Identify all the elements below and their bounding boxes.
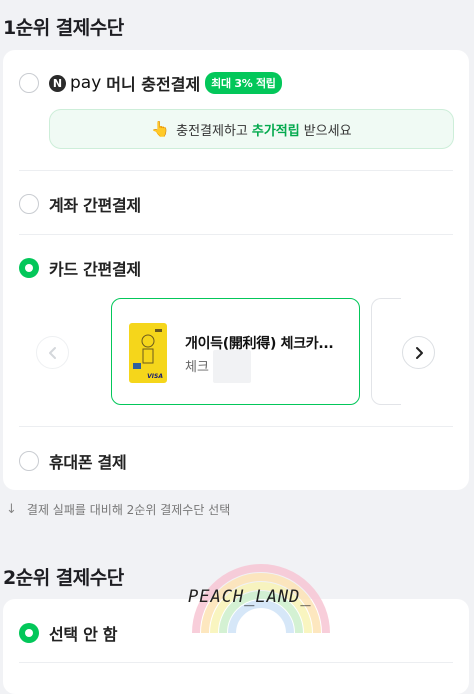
chevron-left-icon xyxy=(48,346,56,359)
primary-section-title: 1순위 결제수단 xyxy=(3,17,124,39)
masked-card-number xyxy=(213,350,251,383)
npay-money-label: 머니 충전결제 xyxy=(106,75,201,94)
card-easy-pay-label: 카드 간편결제 xyxy=(49,260,141,279)
divider xyxy=(19,426,453,427)
radio-account[interactable] xyxy=(19,194,39,214)
option-card-easy-pay[interactable]: 카드 간편결제 xyxy=(19,256,141,280)
fallback-note: ↓ 결제 실패를 대비해 2순위 결제수단 선택 xyxy=(6,501,230,518)
chevron-right-icon xyxy=(415,346,423,359)
selected-payment-card[interactable]: VISA 개이득(開利得) 체크카... 체크 xyxy=(111,298,360,405)
radio-none-selected[interactable] xyxy=(19,623,39,643)
promo-text-after: 받으세요 xyxy=(303,123,352,139)
promo-text-highlight: 추가적립 xyxy=(251,123,300,139)
option-account-easy-pay[interactable]: 계좌 간편결제 xyxy=(19,192,141,216)
secondary-section-title: 2순위 결제수단 xyxy=(3,567,124,589)
none-label: 선택 안 함 xyxy=(49,625,118,644)
pay-word: pay xyxy=(70,73,102,93)
fallback-note-text: 결제 실패를 대비해 2순위 결제수단 선택 xyxy=(26,503,231,517)
card-type: 체크 xyxy=(185,360,209,375)
phone-payment-label: 휴대폰 결제 xyxy=(49,453,127,472)
pointing-hand-icon: 👆 xyxy=(151,120,171,138)
card-image: VISA xyxy=(129,323,167,383)
card-name: 개이득(開利得) 체크카... xyxy=(185,336,334,352)
option-phone-payment[interactable]: 휴대폰 결제 xyxy=(19,449,127,473)
primary-payment-card: N pay 머니 충전결제 최대 3% 적립 👆 충전결제하고 추가적립 받으세… xyxy=(3,50,469,490)
divider xyxy=(19,234,453,235)
carousel-prev-button[interactable] xyxy=(36,336,69,369)
next-card-peek[interactable] xyxy=(371,298,401,405)
secondary-payment-card: 선택 안 함 xyxy=(3,599,469,694)
watermark-text: PEACH_LAND_ xyxy=(188,587,312,607)
divider xyxy=(19,662,453,663)
option-npay-money[interactable]: N pay 머니 충전결제 최대 3% 적립 xyxy=(19,71,282,95)
arrow-down-icon: ↓ xyxy=(6,502,17,517)
option-none[interactable]: 선택 안 함 xyxy=(19,621,118,645)
radio-phone[interactable] xyxy=(19,451,39,471)
carousel-next-button[interactable] xyxy=(402,336,435,369)
promo-text-before: 충전결제하고 xyxy=(176,123,248,139)
radio-card-selected[interactable] xyxy=(19,258,39,278)
reward-badge: 최대 3% 적립 xyxy=(205,72,282,94)
radio-npay-money[interactable] xyxy=(19,73,39,93)
promo-banner: 👆 충전결제하고 추가적립 받으세요 xyxy=(49,109,454,149)
divider xyxy=(19,170,453,171)
npay-logo-icon: N xyxy=(49,74,66,92)
visa-logo: VISA xyxy=(147,373,163,380)
account-label: 계좌 간편결제 xyxy=(49,196,141,215)
